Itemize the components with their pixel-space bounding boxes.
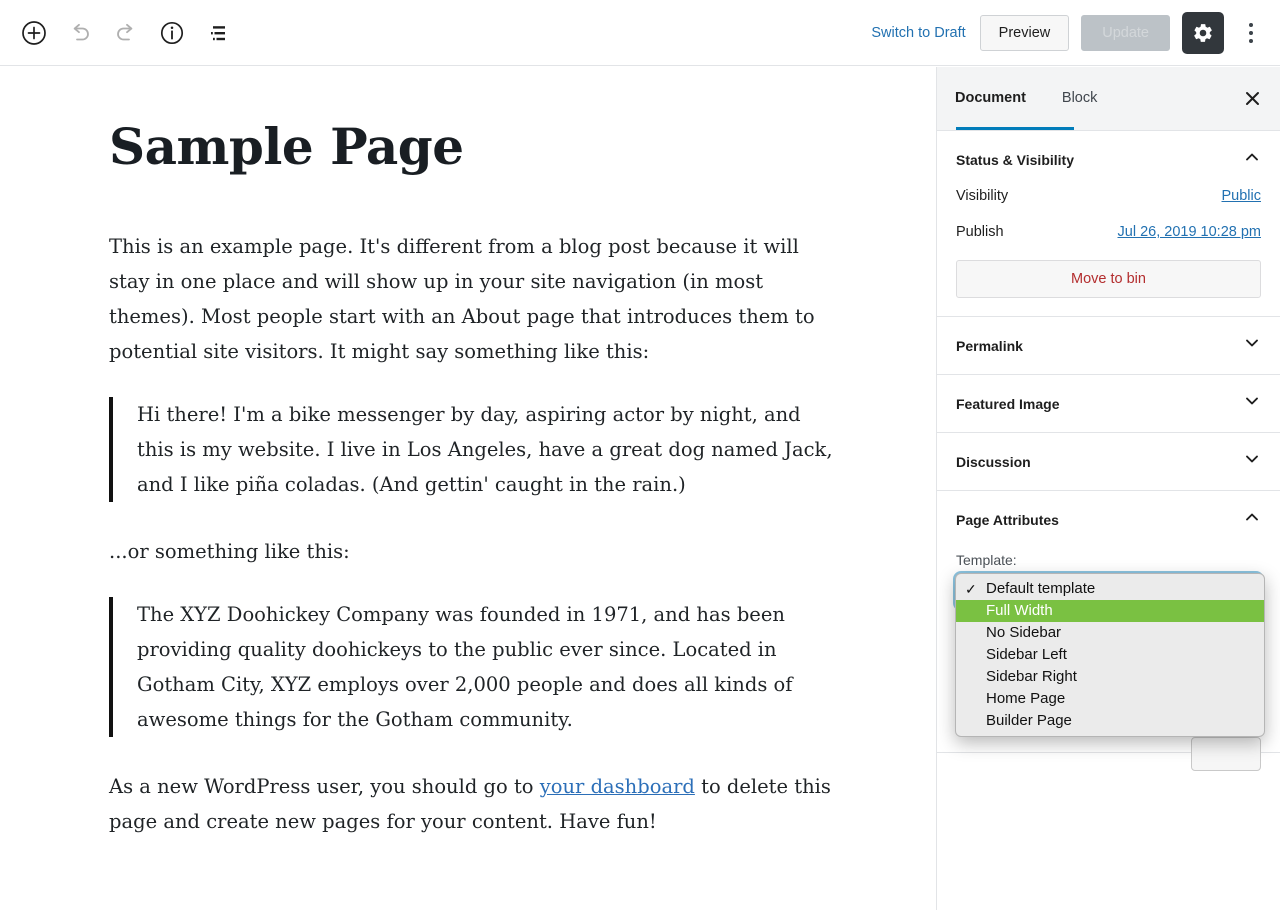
dropdown-option-home-page[interactable]: Home Page [956, 688, 1264, 710]
panel-featured-image: Featured Image [937, 375, 1280, 433]
dropdown-option-builder-page[interactable]: Builder Page [956, 710, 1264, 732]
panel-page-attributes-header[interactable]: Page Attributes [937, 491, 1280, 548]
add-block-icon[interactable] [14, 13, 54, 53]
chevron-up-icon[interactable] [1243, 148, 1261, 171]
paragraph-block[interactable]: As a new WordPress user, you should go t… [109, 769, 834, 839]
visibility-label: Visibility [956, 188, 1009, 204]
dropdown-option-sidebar-left[interactable]: Sidebar Left [956, 644, 1264, 666]
quote-text: The XYZ Doohickey Company was founded in… [137, 603, 793, 731]
panel-status-visibility: Status & Visibility Visibility Public Pu… [937, 131, 1280, 317]
info-icon[interactable] [152, 13, 192, 53]
dropdown-option-sidebar-right[interactable]: Sidebar Right [956, 666, 1264, 688]
visibility-row: Visibility Public [956, 188, 1261, 204]
panel-status-visibility-header[interactable]: Status & Visibility [937, 131, 1280, 188]
publish-date-link[interactable]: Jul 26, 2019 10:28 pm [1118, 224, 1262, 240]
chevron-down-icon[interactable] [1243, 334, 1261, 357]
dropdown-option-default-template[interactable]: Default template [956, 578, 1264, 600]
quote-block[interactable]: Hi there! I'm a bike messenger by day, a… [109, 397, 836, 502]
more-options-icon[interactable] [1236, 13, 1266, 53]
preview-button[interactable]: Preview [979, 14, 1070, 51]
tab-document[interactable]: Document [937, 67, 1044, 130]
update-button: Update [1081, 14, 1170, 51]
panel-permalink-header[interactable]: Permalink [937, 317, 1280, 374]
paragraph-text-before: As a new WordPress user, you should go t… [109, 775, 540, 798]
paragraph-block[interactable]: ...or something like this: [109, 534, 834, 569]
sidebar-tabs: Document Block [937, 67, 1280, 131]
panel-title: Featured Image [956, 395, 1060, 412]
panel-title: Permalink [956, 337, 1023, 354]
template-label: Template: [956, 552, 1017, 568]
panel-status-visibility-body: Visibility Public Publish Jul 26, 2019 1… [937, 188, 1280, 316]
quote-block[interactable]: The XYZ Doohickey Company was founded in… [109, 597, 836, 737]
dropdown-option-full-width[interactable]: Full Width [956, 600, 1264, 622]
header-right-tools: Switch to Draft Preview Update [869, 11, 1280, 54]
close-icon[interactable] [1234, 81, 1270, 117]
editor-header: Switch to Draft Preview Update [0, 0, 1280, 66]
list-view-icon[interactable] [198, 13, 238, 53]
editor-canvas[interactable]: Sample Page This is an example page. It'… [0, 67, 936, 910]
quote-text: Hi there! I'm a bike messenger by day, a… [137, 403, 833, 496]
page-title[interactable]: Sample Page [109, 119, 836, 175]
undo-icon[interactable] [60, 13, 100, 53]
switch-to-draft-link[interactable]: Switch to Draft [869, 19, 967, 47]
publish-row: Publish Jul 26, 2019 10:28 pm [956, 224, 1261, 240]
settings-gear-icon[interactable] [1182, 11, 1224, 54]
dashboard-link[interactable]: your dashboard [540, 775, 695, 798]
template-dropdown-list[interactable]: Default template Full Width No Sidebar S… [955, 573, 1265, 737]
settings-sidebar: Document Block Status & Visibility Visib… [936, 67, 1280, 910]
panel-featured-image-header[interactable]: Featured Image [937, 375, 1280, 432]
panel-title: Page Attributes [956, 511, 1059, 528]
panel-discussion: Discussion [937, 433, 1280, 491]
move-to-bin-button[interactable]: Move to bin [956, 260, 1261, 298]
panel-discussion-header[interactable]: Discussion [937, 433, 1280, 490]
panel-page-attributes: Page Attributes Template: ✓ Default temp… [937, 491, 1280, 771]
publish-label: Publish [956, 224, 1004, 240]
panel-permalink: Permalink [937, 317, 1280, 375]
panel-title: Discussion [956, 453, 1031, 470]
tab-block[interactable]: Block [1044, 67, 1115, 130]
post-content: Sample Page This is an example page. It'… [0, 67, 836, 839]
panel-page-attributes-body: Template: Default template Full Width [937, 552, 1280, 771]
chevron-up-icon[interactable] [1243, 508, 1261, 531]
redo-icon[interactable] [106, 13, 146, 53]
panel-title: Status & Visibility [956, 151, 1074, 168]
visibility-value-link[interactable]: Public [1222, 188, 1262, 204]
chevron-down-icon[interactable] [1243, 450, 1261, 473]
order-field[interactable] [1191, 737, 1261, 771]
chevron-down-icon[interactable] [1243, 392, 1261, 415]
paragraph-block[interactable]: This is an example page. It's different … [109, 229, 834, 369]
header-left-tools [0, 13, 238, 53]
dropdown-option-no-sidebar[interactable]: No Sidebar [956, 622, 1264, 644]
